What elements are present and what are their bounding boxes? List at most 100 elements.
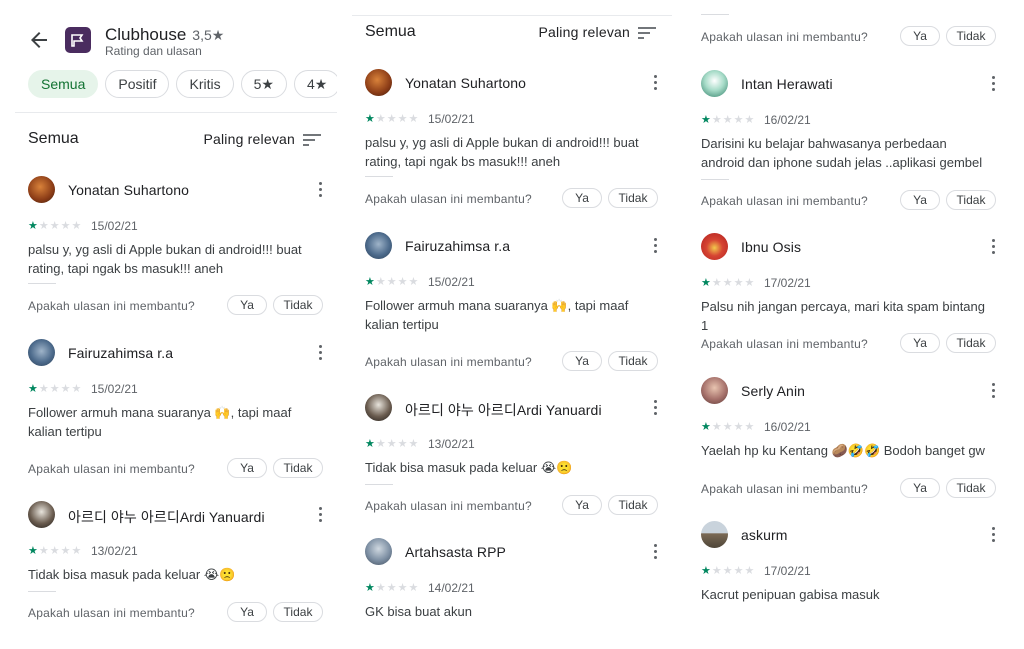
sort-button[interactable]: Paling relevan xyxy=(538,24,656,40)
helpful-row: Apakah ulasan ini membantu? Ya Tidak xyxy=(352,188,672,208)
chip-critical[interactable]: Kritis xyxy=(176,70,234,98)
star-rating: ★★★★★ xyxy=(365,276,420,288)
star-rating: ★★★★★ xyxy=(365,438,420,450)
chip-4-star[interactable]: 4★ xyxy=(293,70,337,98)
review-date: 14/02/21 xyxy=(428,581,475,595)
divider xyxy=(365,484,393,485)
helpful-yes-button[interactable]: Ya xyxy=(900,478,940,498)
avatar xyxy=(28,501,55,528)
reviewer-name: Fairuzahimsa r.a xyxy=(68,345,174,361)
review-date: 13/02/21 xyxy=(428,437,475,451)
helpful-row: Apakah ulasan ini membantu? Ya Tidak xyxy=(352,351,672,371)
more-options-icon[interactable] xyxy=(652,238,658,254)
review-text: GK bisa buat akun xyxy=(365,604,472,619)
back-arrow-icon[interactable] xyxy=(27,28,51,52)
review-date: 17/02/21 xyxy=(764,276,811,290)
review-date: 15/02/21 xyxy=(428,275,475,289)
helpful-row: Apakah ulasan ini membantu? Ya Tidak xyxy=(688,26,1010,46)
helpful-no-button[interactable]: Tidak xyxy=(946,478,996,498)
divider xyxy=(365,176,393,177)
review-date: 17/02/21 xyxy=(764,564,811,578)
filter-chips: Semua Positif Kritis 5★ 4★ xyxy=(28,70,337,98)
helpful-yes-button[interactable]: Ya xyxy=(562,351,602,371)
more-options-icon[interactable] xyxy=(990,527,996,543)
review-text: palsu y, yg asli di Apple bukan di andro… xyxy=(28,242,302,276)
avatar xyxy=(701,377,728,404)
helpful-no-button[interactable]: Tidak xyxy=(946,333,996,353)
helpful-yes-button[interactable]: Ya xyxy=(900,26,940,46)
reviewer-name: Yonatan Suhartono xyxy=(68,182,190,198)
helpful-question: Apakah ulasan ini membantu? xyxy=(28,606,195,620)
helpful-no-button[interactable]: Tidak xyxy=(273,458,323,478)
avatar xyxy=(365,394,392,421)
helpful-row: Apakah ulasan ini membantu? Ya Tidak xyxy=(15,458,337,478)
helpful-yes-button[interactable]: Ya xyxy=(562,188,602,208)
helpful-row: Apakah ulasan ini membantu? Ya Tidak xyxy=(688,478,1010,498)
star-rating: ★★★★★ xyxy=(28,545,83,557)
helpful-question: Apakah ulasan ini membantu? xyxy=(701,30,868,44)
more-options-icon[interactable] xyxy=(990,76,996,92)
review-date: 15/02/21 xyxy=(91,382,138,396)
more-options-icon[interactable] xyxy=(652,544,658,560)
review-text: Follower armuh mana suaranya 🙌, tapi maa… xyxy=(365,298,629,332)
helpful-row: Apakah ulasan ini membantu? Ya Tidak xyxy=(688,333,1010,353)
divider xyxy=(28,283,56,284)
helpful-yes-button[interactable]: Ya xyxy=(900,190,940,210)
helpful-question: Apakah ulasan ini membantu? xyxy=(701,194,868,208)
avatar xyxy=(701,70,728,97)
reviewer-name: Artahsasta RPP xyxy=(405,544,506,560)
reviewer-name: Fairuzahimsa r.a xyxy=(405,238,511,254)
review-text: Palsu nih jangan percaya, mari kita spam… xyxy=(701,299,985,333)
helpful-no-button[interactable]: Tidak xyxy=(273,602,323,622)
app-logo-icon xyxy=(65,27,91,53)
star-rating: ★★★★★ xyxy=(28,220,83,232)
more-options-icon[interactable] xyxy=(990,239,996,255)
reviewer-name: Intan Herawati xyxy=(741,76,833,92)
helpful-yes-button[interactable]: Ya xyxy=(227,295,267,315)
helpful-no-button[interactable]: Tidak xyxy=(608,351,658,371)
helpful-yes-button[interactable]: Ya xyxy=(227,458,267,478)
star-rating: ★★★★★ xyxy=(701,114,756,126)
review-date: 16/02/21 xyxy=(764,420,811,434)
review-panel-3: Apakah ulasan ini membantu? Ya Tidak Int… xyxy=(688,0,1010,649)
more-options-icon[interactable] xyxy=(317,507,323,523)
helpful-row: Apakah ulasan ini membantu? Ya Tidak xyxy=(15,295,337,315)
more-options-icon[interactable] xyxy=(317,182,323,198)
helpful-no-button[interactable]: Tidak xyxy=(608,188,658,208)
more-options-icon[interactable] xyxy=(317,345,323,361)
review-text: Tidak bisa masuk pada keluar 😭🙁 xyxy=(28,567,236,582)
section-title: Semua xyxy=(365,23,416,40)
review-text: Yaelah hp ku Kentang 🥔🤣🤣 Bodoh banget gw xyxy=(701,443,985,458)
sort-button[interactable]: Paling relevan xyxy=(203,131,321,147)
divider xyxy=(701,14,729,15)
app-subtitle: Rating dan ulasan xyxy=(105,44,202,58)
more-options-icon[interactable] xyxy=(990,383,996,399)
helpful-yes-button[interactable]: Ya xyxy=(227,602,267,622)
divider xyxy=(15,112,337,113)
helpful-yes-button[interactable]: Ya xyxy=(900,333,940,353)
chip-5-star[interactable]: 5★ xyxy=(240,70,287,98)
helpful-no-button[interactable]: Tidak xyxy=(273,295,323,315)
helpful-no-button[interactable]: Tidak xyxy=(946,26,996,46)
chip-all[interactable]: Semua xyxy=(28,70,99,98)
avatar xyxy=(365,69,392,96)
helpful-question: Apakah ulasan ini membantu? xyxy=(701,337,868,351)
reviewer-name: Yonatan Suhartono xyxy=(405,75,527,91)
avatar xyxy=(701,521,728,548)
helpful-no-button[interactable]: Tidak xyxy=(608,495,658,515)
star-rating: ★★★★★ xyxy=(701,565,756,577)
helpful-yes-button[interactable]: Ya xyxy=(562,495,602,515)
helpful-no-button[interactable]: Tidak xyxy=(946,190,996,210)
review-date: 15/02/21 xyxy=(91,219,138,233)
helpful-row: Apakah ulasan ini membantu? Ya Tidak xyxy=(15,602,337,622)
review-text: Kacrut penipuan gabisa masuk xyxy=(701,587,880,602)
sort-icon xyxy=(303,134,321,147)
star-rating: ★★★★★ xyxy=(365,582,420,594)
more-options-icon[interactable] xyxy=(652,75,658,91)
app-header: Clubhouse 3,5★ Rating dan ulasan xyxy=(15,0,337,64)
chip-positive[interactable]: Positif xyxy=(105,70,170,98)
helpful-question: Apakah ulasan ini membantu? xyxy=(28,299,195,313)
avatar xyxy=(365,232,392,259)
more-options-icon[interactable] xyxy=(652,400,658,416)
avatar xyxy=(701,233,728,260)
